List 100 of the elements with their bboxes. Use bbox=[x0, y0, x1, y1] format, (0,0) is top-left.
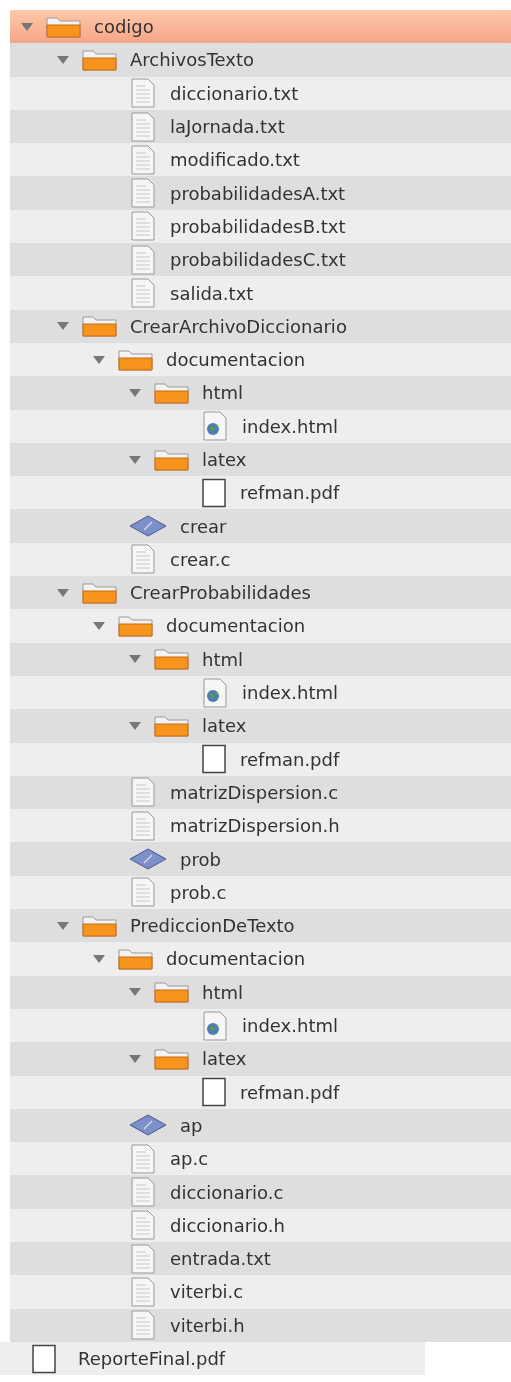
expanded-arrow-icon[interactable] bbox=[92, 620, 106, 632]
tree-row[interactable]: ap.c bbox=[10, 1142, 511, 1176]
tree-row[interactable]: html bbox=[10, 376, 511, 410]
document-icon bbox=[128, 810, 158, 841]
item-name: prob.c bbox=[170, 880, 227, 905]
tree-row[interactable]: documentacion bbox=[10, 609, 511, 643]
tree-row[interactable]: html bbox=[10, 975, 511, 1009]
blank-page-icon bbox=[200, 744, 228, 775]
tree-row[interactable]: documentacion bbox=[10, 942, 511, 976]
tree-row[interactable]: latex bbox=[10, 709, 511, 743]
item-name: refman.pdf bbox=[240, 481, 340, 506]
tree-row[interactable]: laJornada.txt bbox=[10, 109, 511, 144]
tree-row[interactable]: refman.pdf bbox=[10, 742, 511, 776]
tree-row[interactable]: latex bbox=[10, 1042, 511, 1076]
item-name: matrizDispersion.h bbox=[170, 814, 340, 839]
tree-row[interactable]: CrearProbabilidades bbox=[10, 576, 511, 610]
tree-row[interactable]: salida.txt bbox=[10, 276, 511, 310]
web-document-icon bbox=[200, 677, 230, 708]
document-icon bbox=[128, 1143, 158, 1174]
tree-row[interactable]: matrizDispersion.h bbox=[10, 809, 511, 843]
document-icon bbox=[128, 877, 158, 908]
tree-row[interactable]: codigo bbox=[10, 10, 511, 44]
item-name: matrizDispersion.c bbox=[170, 780, 339, 805]
expanded-arrow-icon[interactable] bbox=[20, 20, 34, 33]
expanded-arrow-icon[interactable] bbox=[128, 719, 142, 732]
expanded-arrow-icon[interactable] bbox=[128, 386, 142, 399]
item-name: ap.c bbox=[170, 1147, 209, 1172]
document-icon bbox=[128, 1177, 158, 1208]
folder-icon bbox=[82, 48, 118, 71]
document-icon bbox=[128, 1210, 158, 1241]
item-name: PrediccionDeTexto bbox=[130, 914, 295, 939]
folder-icon bbox=[118, 615, 154, 637]
expanded-arrow-icon[interactable] bbox=[128, 1052, 142, 1065]
item-name: prob bbox=[180, 847, 221, 872]
tree-row[interactable]: prob bbox=[10, 842, 511, 876]
item-name: documentacion bbox=[166, 947, 306, 972]
item-name: probabilidadesA.txt bbox=[170, 181, 346, 206]
tree-row[interactable]: html bbox=[10, 642, 511, 676]
document-icon bbox=[128, 211, 158, 242]
tree-row[interactable]: PrediccionDeTexto bbox=[10, 909, 511, 943]
tree-row[interactable]: crear bbox=[10, 509, 511, 543]
tree-row[interactable]: probabilidadesB.txt bbox=[10, 209, 511, 244]
document-icon bbox=[128, 544, 158, 575]
expanded-arrow-icon[interactable] bbox=[56, 53, 70, 66]
document-icon bbox=[128, 178, 158, 209]
tree-row[interactable]: probabilidadesC.txt bbox=[10, 243, 511, 277]
tree-row[interactable]: latex bbox=[10, 442, 511, 477]
tree-row[interactable]: diccionario.h bbox=[10, 1208, 511, 1242]
tree-row[interactable]: refman.pdf bbox=[10, 1075, 511, 1109]
expanded-arrow-icon[interactable] bbox=[128, 453, 142, 466]
blank-page-icon bbox=[30, 1343, 58, 1374]
item-name: crear.c bbox=[170, 547, 231, 572]
tree-row[interactable]: entrada.txt bbox=[10, 1242, 511, 1276]
document-icon bbox=[128, 144, 158, 175]
tree-row[interactable]: diccionario.c bbox=[10, 1175, 511, 1209]
item-name: laJornada.txt bbox=[170, 115, 285, 140]
tree-row[interactable]: probabilidadesA.txt bbox=[10, 176, 511, 210]
tree-row[interactable]: index.html bbox=[10, 1008, 511, 1043]
item-name: viterbi.h bbox=[170, 1313, 245, 1338]
item-name: diccionario.h bbox=[170, 1213, 285, 1238]
item-name: probabilidadesC.txt bbox=[170, 248, 346, 273]
tree-row[interactable]: diccionario.txt bbox=[10, 76, 511, 110]
tree-row[interactable]: ap bbox=[10, 1108, 511, 1143]
tree-row[interactable]: documentacion bbox=[10, 342, 511, 377]
folder-icon bbox=[118, 947, 154, 970]
folder-icon bbox=[154, 448, 190, 471]
folder-icon bbox=[154, 714, 190, 737]
item-name: latex bbox=[202, 714, 247, 739]
tree-row[interactable]: crear.c bbox=[10, 542, 511, 577]
item-name: html bbox=[202, 647, 243, 672]
item-name: codigo bbox=[94, 15, 154, 40]
file-row[interactable]: ReporteFinal.pdf bbox=[0, 1341, 425, 1376]
tree-row[interactable]: matrizDispersion.c bbox=[10, 775, 511, 810]
tree-row[interactable]: index.html bbox=[10, 675, 511, 710]
item-name: index.html bbox=[242, 681, 338, 706]
folder-icon bbox=[154, 648, 190, 671]
document-icon bbox=[128, 244, 158, 275]
expanded-arrow-icon[interactable] bbox=[56, 919, 70, 932]
item-name: viterbi.c bbox=[170, 1280, 244, 1305]
web-document-icon bbox=[200, 411, 230, 442]
tree-row[interactable]: ArchivosTexto bbox=[10, 43, 511, 77]
expanded-arrow-icon[interactable] bbox=[92, 952, 106, 965]
tree-row[interactable]: modificado.txt bbox=[10, 143, 511, 177]
tree-row[interactable]: viterbi.c bbox=[10, 1275, 511, 1309]
tree-row[interactable]: index.html bbox=[10, 409, 511, 443]
tree-row[interactable]: prob.c bbox=[10, 875, 511, 909]
folder-icon bbox=[46, 15, 82, 38]
document-icon bbox=[128, 1243, 158, 1274]
document-icon bbox=[128, 1276, 158, 1307]
tree-row[interactable]: CrearArchivoDiccionario bbox=[10, 309, 511, 343]
folder-icon bbox=[154, 981, 190, 1004]
item-name: latex bbox=[202, 1047, 247, 1072]
expanded-arrow-icon[interactable] bbox=[56, 586, 70, 599]
tree-row[interactable]: viterbi.h bbox=[10, 1308, 511, 1342]
item-name: documentacion bbox=[166, 348, 306, 373]
expanded-arrow-icon[interactable] bbox=[92, 353, 106, 366]
tree-row[interactable]: refman.pdf bbox=[10, 476, 511, 510]
item-name: ReporteFinal.pdf bbox=[78, 1347, 226, 1371]
item-name: salida.txt bbox=[170, 281, 254, 306]
item-name: CrearProbabilidades bbox=[130, 581, 311, 606]
